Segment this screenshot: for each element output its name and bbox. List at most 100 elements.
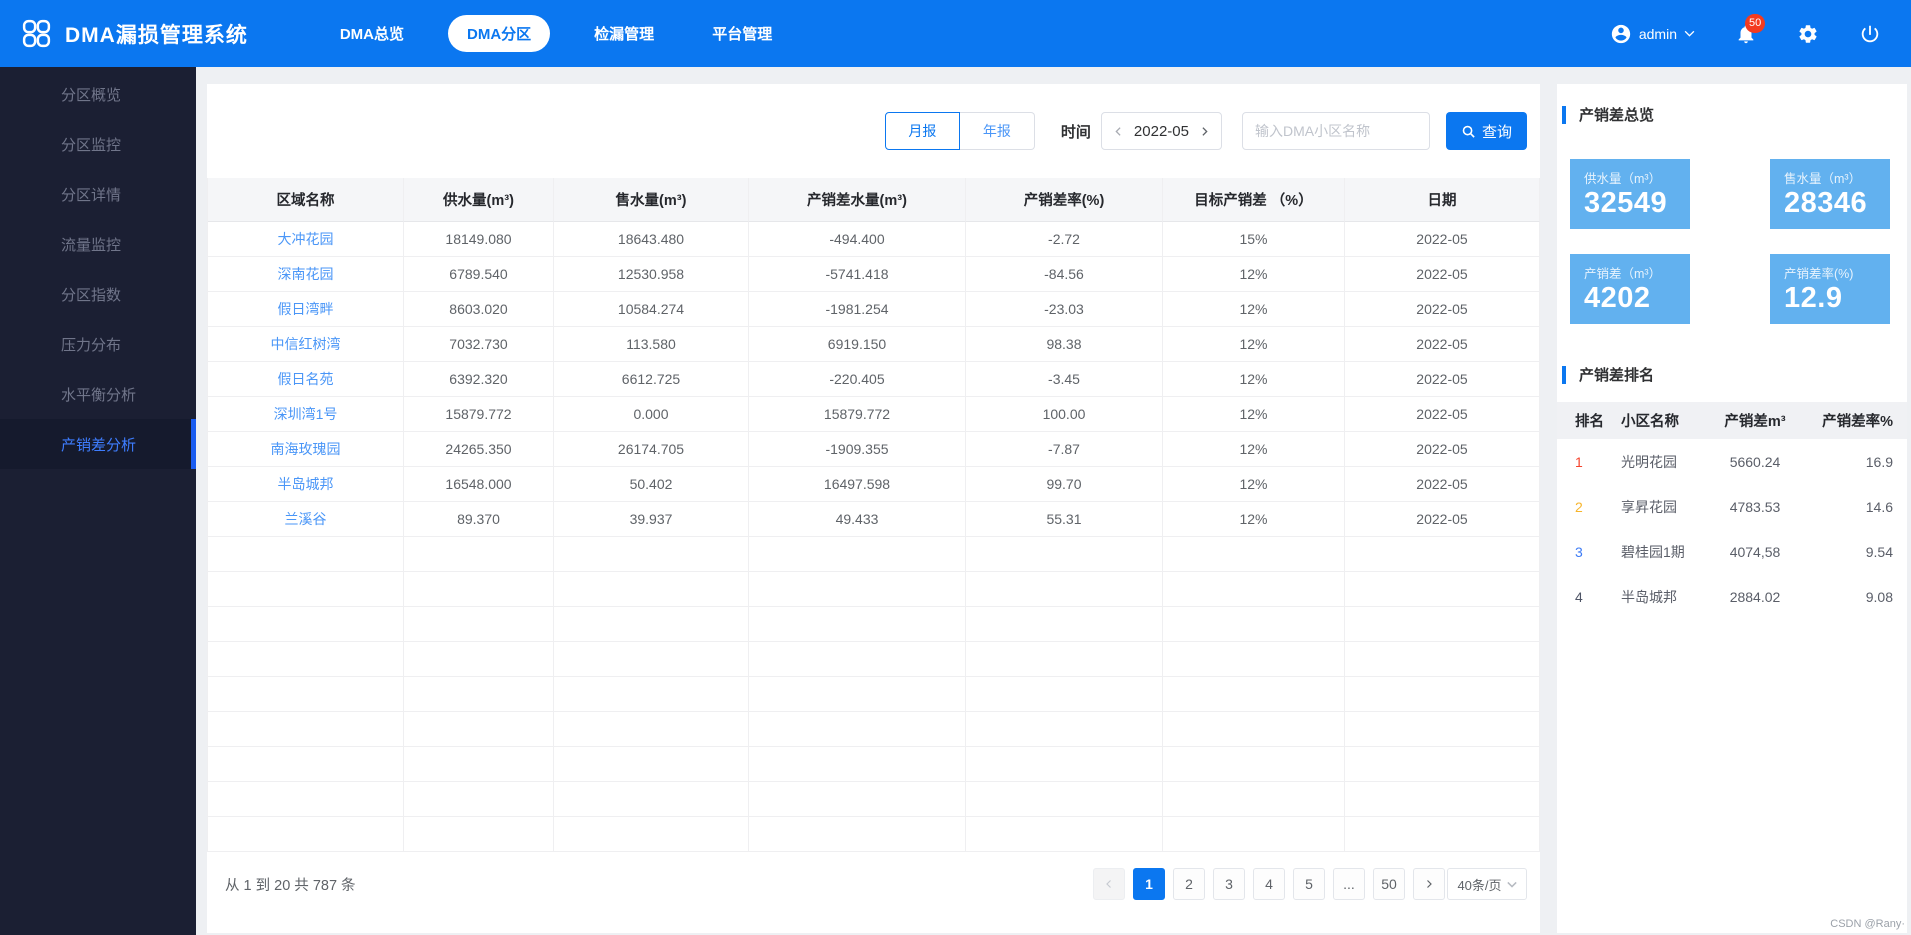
column-header: 目标产销差 （%） [1163,178,1345,222]
area-name-link[interactable]: 南海玫瑰园 [208,432,404,467]
stat-card-label: 供水量（m³） [1584,168,1690,187]
data-table: 区域名称供水量(m³)售水量(m³)产销差水量(m³)产销差率(%)目标产销差 … [207,178,1540,852]
date-next-icon[interactable] [1198,125,1211,138]
table-cell: 50.402 [554,467,749,502]
prev-page-button[interactable] [1093,868,1125,900]
table-cell [404,712,554,747]
page-ellipsis[interactable]: ... [1333,868,1365,900]
table-cell [208,572,404,607]
chevron-down-icon [1684,30,1695,37]
table-cell: 2022-05 [1345,257,1540,292]
table-cell [749,677,966,712]
area-name-link[interactable]: 深圳湾1号 [208,397,404,432]
sidebar-item-1[interactable]: 分区概览 [0,69,196,119]
table-cell [966,572,1163,607]
column-header: 日期 [1345,178,1540,222]
rank-name: 享昇花园 [1621,497,1677,517]
date-picker[interactable]: 2022-05 [1101,112,1222,150]
nav-item-4[interactable]: 平台管理 [698,15,786,52]
table-cell: -23.03 [966,292,1163,327]
table-cell [554,642,749,677]
table-cell: 12% [1163,257,1345,292]
page-size-select[interactable]: 40条/页 [1447,868,1527,900]
user-menu[interactable]: admin [1610,23,1695,45]
table-cell: 12% [1163,292,1345,327]
table-cell: 12% [1163,362,1345,397]
report-toggle-1[interactable]: 月报 [885,112,960,150]
stat-card-3: 产销差（m³）4202 [1570,254,1690,324]
sidebar-menu: 分区概览分区监控分区详情流量监控分区指数压力分布水平衡分析产销差分析 [0,67,196,935]
overview-section-title: 产销差总览 [1557,104,1654,125]
table-footer: 从 1 到 20 共 787 条 12345...50 40条/页 [225,866,1527,902]
table-cell: -5741.418 [749,257,966,292]
sidebar-item-2[interactable]: 分区监控 [0,119,196,169]
page-button-3[interactable]: 3 [1213,868,1245,900]
sidebar-item-8[interactable]: 产销差分析 [0,419,196,469]
page-button-2[interactable]: 2 [1173,868,1205,900]
table-cell [749,712,966,747]
settings-button[interactable] [1797,23,1819,45]
table-cell: 15879.772 [749,397,966,432]
area-name-link[interactable]: 深南花园 [208,257,404,292]
search-button[interactable]: 查询 [1446,112,1527,150]
sidebar-item-3[interactable]: 分区详情 [0,169,196,219]
table-cell: 18643.480 [554,222,749,257]
page-button-4[interactable]: 4 [1253,868,1285,900]
table-cell [404,747,554,782]
sidebar-item-6[interactable]: 压力分布 [0,319,196,369]
table-row-empty [208,642,1540,677]
overview-title-text: 产销差总览 [1579,104,1654,125]
rank-value: 5660.24 [1730,454,1781,470]
table-cell: 12% [1163,502,1345,537]
page-button-1[interactable]: 1 [1133,868,1165,900]
area-name-link[interactable]: 假日名苑 [208,362,404,397]
table-cell: -1981.254 [749,292,966,327]
area-name-link[interactable]: 假日湾畔 [208,292,404,327]
table-cell: 2022-05 [1345,502,1540,537]
rank-rate: 9.08 [1866,589,1893,605]
stat-card-4: 产销差率(%)12.9 [1770,254,1890,324]
table-cell: -2.72 [966,222,1163,257]
report-toggle: 月报年报 [885,112,1035,150]
table-cell [1163,712,1345,747]
nav-item-3[interactable]: 检漏管理 [580,15,668,52]
sidebar-item-4[interactable]: 流量监控 [0,219,196,269]
table-cell [208,642,404,677]
table-cell [1163,817,1345,852]
notification-bell-button[interactable]: 50 [1735,23,1757,45]
next-page-button[interactable] [1413,868,1445,900]
sidebar-item-5[interactable]: 分区指数 [0,269,196,319]
table-cell: 89.370 [404,502,554,537]
table-row: 假日名苑6392.3206612.725-220.405-3.4512%2022… [208,362,1540,397]
table-row-empty [208,677,1540,712]
rank-number: 2 [1575,499,1583,515]
rank-rows: 1光明花园5660.2416.92享昇花园4783.5314.63碧桂园1期40… [1557,439,1907,619]
table-row: 大冲花园18149.08018643.480-494.400-2.7215%20… [208,222,1540,257]
logo-area: DMA漏损管理系统 [0,17,248,50]
nav-item-2[interactable]: DMA分区 [448,15,550,52]
table-cell: 6919.150 [749,327,966,362]
area-name-link[interactable]: 兰溪谷 [208,502,404,537]
nav-item-1[interactable]: DMA总览 [326,15,418,52]
sidebar-item-7[interactable]: 水平衡分析 [0,369,196,419]
area-name-link[interactable]: 大冲花园 [208,222,404,257]
logout-button[interactable] [1859,23,1881,45]
area-name-link[interactable]: 中信红树湾 [208,327,404,362]
search-input[interactable] [1242,112,1430,150]
table-cell: -84.56 [966,257,1163,292]
table-cell [404,817,554,852]
column-header: 区域名称 [208,178,404,222]
table-cell [749,572,966,607]
table-body: 大冲花园18149.08018643.480-494.400-2.7215%20… [208,222,1540,852]
rank-column-header: 小区名称 [1621,410,1679,431]
table-cell: 26174.705 [554,432,749,467]
ranking-section-title: 产销差排名 [1557,364,1654,385]
date-prev-icon[interactable] [1112,125,1125,138]
report-toggle-2[interactable]: 年报 [960,112,1035,150]
page-button-5[interactable]: 5 [1293,868,1325,900]
page-button-50[interactable]: 50 [1373,868,1405,900]
table-cell [554,817,749,852]
column-header: 售水量(m³) [554,178,749,222]
area-name-link[interactable]: 半岛城邦 [208,467,404,502]
table-cell [749,642,966,677]
